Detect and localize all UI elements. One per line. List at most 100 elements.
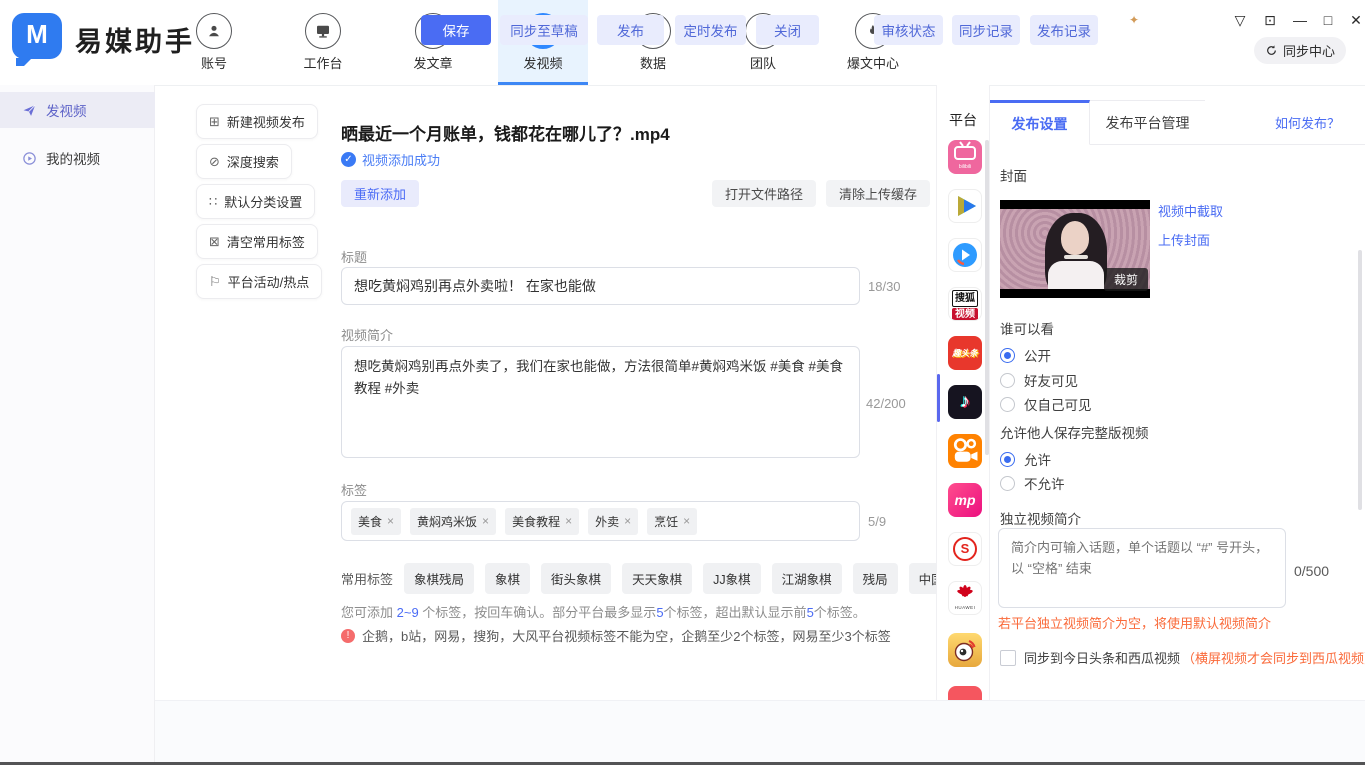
warning-icon: ! xyxy=(341,629,355,643)
user-icon xyxy=(196,13,232,49)
upload-cover-link[interactable]: 上传封面 xyxy=(1158,230,1210,249)
sync-to-draft-button[interactable]: 同步至草稿 xyxy=(500,15,588,45)
window-close-icon[interactable]: ✕ xyxy=(1344,8,1365,32)
desc-char-count: 42/200 xyxy=(866,396,906,411)
publish-records-button[interactable]: 发布记录 xyxy=(1030,15,1098,45)
common-tag[interactable]: 残局 xyxy=(853,563,898,594)
tray-sparkle-icon: ✦ xyxy=(1122,8,1146,32)
default-category-icon: ∷ xyxy=(209,194,217,210)
platform-scrollbar[interactable] xyxy=(985,140,989,455)
close-button[interactable]: 关闭 xyxy=(756,15,819,45)
clear-common-tags-button[interactable]: ⊠ 清空常用标签 xyxy=(196,224,318,259)
window-minimize-icon[interactable]: — xyxy=(1288,8,1312,32)
visibility-option-friends[interactable]: 好友可见 xyxy=(1000,370,1078,390)
deep-search-button[interactable]: ⊘ 深度搜索 xyxy=(196,144,292,179)
platform-tencent-video-icon[interactable] xyxy=(948,189,982,223)
sync-records-button[interactable]: 同步记录 xyxy=(952,15,1020,45)
platform-weibo-icon[interactable] xyxy=(948,633,982,667)
platform-sohu-video-icon[interactable]: 搜狐 视频 xyxy=(948,287,982,321)
crop-badge[interactable]: 裁剪 xyxy=(1104,268,1148,291)
capture-from-video-link[interactable]: 视频中截取 xyxy=(1158,201,1223,220)
indep-desc-textarea[interactable] xyxy=(998,528,1286,608)
remove-tag-icon[interactable]: × xyxy=(565,514,572,528)
video-file-title: 晒最近一个月账单，钱都花在哪儿了？.mp4 xyxy=(341,120,670,145)
remove-tag-icon[interactable]: × xyxy=(387,514,394,528)
save-button[interactable]: 保存 xyxy=(421,15,491,45)
sidebar-item-my-videos[interactable]: 我的视频 xyxy=(0,140,155,176)
cover-figure-top xyxy=(1048,261,1104,289)
tags-warning: ! 企鹅，b站，网易，搜狗，大风平台视频标签不能为空，企鹅至少2个标签，网易至少… xyxy=(341,626,891,645)
new-video-publish-button[interactable]: ⊞ 新建视频发布 xyxy=(196,104,318,139)
visibility-option-public[interactable]: 公开 xyxy=(1000,345,1051,365)
scheduled-publish-button[interactable]: 定时发布 xyxy=(675,15,746,45)
tab-publish-settings[interactable]: 发布设置 xyxy=(990,100,1090,145)
remove-tag-icon[interactable]: × xyxy=(624,514,631,528)
common-tags-row: 常用标签 象棋残局 象棋 街头象棋 天天象棋 JJ象棋 江湖象棋 残局 中国象棋 xyxy=(341,563,901,594)
refresh-icon xyxy=(1265,44,1278,57)
platform-kuaishou-icon[interactable] xyxy=(948,434,982,468)
platform-activity-icon: ⚐ xyxy=(209,274,221,290)
visibility-option-private[interactable]: 仅自己可见 xyxy=(1000,394,1092,414)
platform-partial-icon[interactable] xyxy=(948,686,982,700)
review-status-button[interactable]: 审核状态 xyxy=(874,15,943,45)
visibility-label: 谁可以看 xyxy=(1000,318,1054,338)
circle-play-icon xyxy=(22,151,37,166)
window-feedback-icon[interactable]: ⊡ xyxy=(1258,8,1282,32)
remove-tag-icon[interactable]: × xyxy=(482,514,489,528)
desc-field-label: 视频简介 xyxy=(341,325,393,344)
platform-activity-button[interactable]: ⚐ 平台活动/热点 xyxy=(196,264,322,299)
common-tag[interactable]: JJ象棋 xyxy=(703,563,761,594)
remove-tag-icon[interactable]: × xyxy=(683,514,690,528)
clear-upload-cache-button[interactable]: 清除上传缓存 xyxy=(826,180,930,207)
window-maximize-icon[interactable]: □ xyxy=(1316,8,1340,32)
new-video-icon: ⊞ xyxy=(209,114,220,130)
allow-save-option-allow[interactable]: 允许 xyxy=(1000,449,1051,469)
radio-icon[interactable] xyxy=(1000,397,1015,412)
nav-account[interactable]: 账号 xyxy=(169,0,259,85)
app-window: M 易媒助手 账号 工作台 发文章 发视频 xyxy=(0,0,1365,765)
platform-douyin-icon[interactable]: ♪ xyxy=(948,385,982,419)
cover-figure-face xyxy=(1061,221,1089,255)
indep-desc-label: 独立视频简介 xyxy=(1000,508,1081,528)
platform-bilibili-icon[interactable]: bilibili xyxy=(948,140,982,174)
sidebar-item-post-video[interactable]: 发视频 xyxy=(0,92,155,128)
readd-video-button[interactable]: 重新添加 xyxy=(341,180,419,207)
radio-icon[interactable] xyxy=(1000,373,1015,388)
allow-save-label: 允许他人保存完整版视频 xyxy=(1000,422,1149,442)
default-category-button[interactable]: ∷ 默认分类设置 xyxy=(196,184,315,219)
sync-center-button[interactable]: 同步中心 xyxy=(1254,37,1346,64)
status-row: ✓ 视频添加成功 xyxy=(341,150,440,169)
window-dropdown-icon[interactable]: ▽ xyxy=(1228,8,1252,32)
tag-chip: 黄焖鸡米饭× xyxy=(410,508,496,535)
radio-selected-icon[interactable] xyxy=(1000,348,1015,363)
indep-desc-hint: 若平台独立视频简介为空，将使用默认视频简介 xyxy=(998,613,1271,632)
platform-huawei-icon[interactable]: HUAWEI xyxy=(948,581,982,615)
platform-haokan-video-icon[interactable] xyxy=(948,238,982,272)
platform-qutoutiao-icon[interactable]: 趣头条 xyxy=(948,336,982,370)
desc-textarea[interactable]: 想吃黄焖鸡别再点外卖了，我们在家也能做，方法很简单#黄焖鸡米饭 #美食 #美食教… xyxy=(341,346,860,458)
tag-chip: 烹饪× xyxy=(647,508,697,535)
common-tag[interactable]: 象棋残局 xyxy=(404,563,474,594)
tags-field-label: 标签 xyxy=(341,480,367,499)
cover-thumbnail[interactable]: 裁剪 xyxy=(1000,200,1150,298)
publish-button[interactable]: 发布 xyxy=(597,15,664,45)
check-icon: ✓ xyxy=(341,152,356,167)
sync-toutiao-row[interactable]: 同步到今日头条和西瓜视频 （横屏视频才会同步到西瓜视频） xyxy=(1000,648,1360,667)
tab-platform-management[interactable]: 发布平台管理 xyxy=(1090,100,1205,145)
tags-input[interactable]: 美食× 黄焖鸡米饭× 美食教程× 外卖× 烹饪× xyxy=(341,501,860,541)
radio-icon[interactable] xyxy=(1000,476,1015,491)
checkbox-icon[interactable] xyxy=(1000,650,1016,666)
nav-workbench[interactable]: 工作台 xyxy=(278,0,368,85)
platform-s-icon[interactable]: S xyxy=(948,532,982,566)
radio-selected-icon[interactable] xyxy=(1000,452,1015,467)
how-to-publish-link[interactable]: 如何发布？ xyxy=(1275,113,1340,132)
allow-save-option-deny[interactable]: 不允许 xyxy=(1000,473,1065,493)
right-panel-scrollbar[interactable] xyxy=(1358,250,1362,510)
open-file-path-button[interactable]: 打开文件路径 xyxy=(712,180,816,207)
common-tag[interactable]: 江湖象棋 xyxy=(772,563,842,594)
common-tag[interactable]: 天天象棋 xyxy=(622,563,692,594)
platform-mp-icon[interactable]: mp xyxy=(948,483,982,517)
common-tag[interactable]: 象棋 xyxy=(485,563,530,594)
common-tag[interactable]: 街头象棋 xyxy=(541,563,611,594)
title-input[interactable] xyxy=(341,267,860,305)
